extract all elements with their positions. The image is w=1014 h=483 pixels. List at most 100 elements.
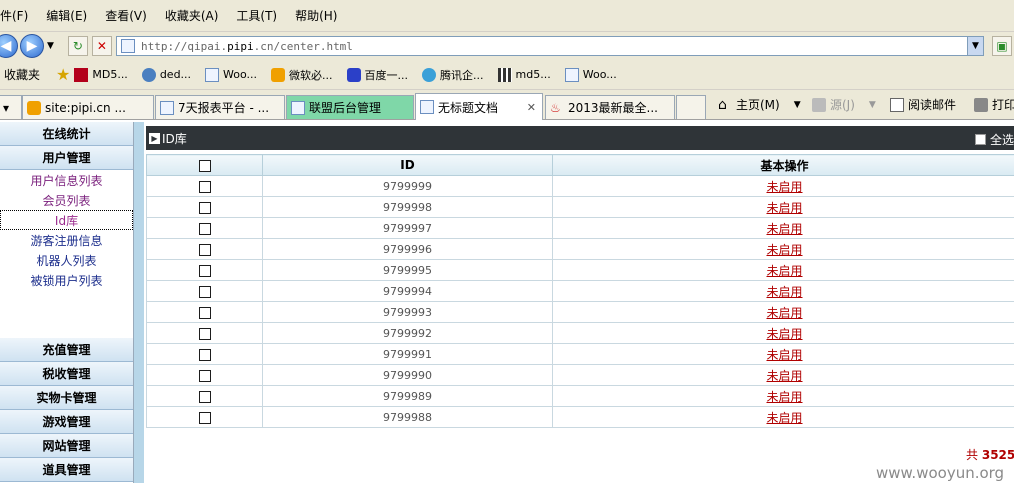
sidebar: 在线统计 用户管理 用户信息列表 会员列表 Id库 游客注册信息 机器人列表 被… — [0, 122, 134, 483]
fav-item[interactable]: 微软必... — [271, 67, 333, 83]
close-tab-icon[interactable]: ✕ — [527, 101, 536, 114]
fav-item[interactable]: Woo... — [564, 67, 617, 82]
table-row: 9799995 未启用 — [146, 259, 1014, 281]
fav-item[interactable]: MD5... — [74, 67, 128, 82]
fav-item[interactable]: Woo... — [205, 67, 257, 82]
row-checkbox[interactable] — [198, 264, 211, 277]
compat-view-icon[interactable]: ▣ — [992, 36, 1012, 56]
row-checkbox[interactable] — [198, 390, 211, 403]
fav-item[interactable]: 百度一... — [346, 67, 408, 83]
sidebar-section-physical-card[interactable]: 实物卡管理 — [0, 386, 133, 410]
page-icon — [121, 39, 135, 53]
address-dropdown-icon[interactable]: ▼ — [967, 37, 983, 55]
favorites-add-icon[interactable]: ★ — [56, 65, 70, 84]
row-action-cell: 未启用 — [552, 343, 1014, 365]
sidebar-item-user-info-list[interactable]: 用户信息列表 — [0, 170, 133, 190]
row-id: 9799991 — [262, 343, 553, 365]
sidebar-item-guest-registration[interactable]: 游客注册信息 — [0, 230, 133, 250]
tab-report-platform[interactable]: 7天报表平台 - ... — [155, 95, 285, 119]
menu-edit[interactable]: 编辑(E) — [46, 7, 87, 24]
menu-help[interactable]: 帮助(H) — [295, 7, 337, 24]
refresh-icon[interactable]: ↻ — [67, 36, 88, 56]
table-row: 9799990 未启用 — [146, 364, 1014, 386]
header-checkbox[interactable] — [198, 159, 211, 172]
row-checkbox-cell — [146, 175, 263, 197]
sidebar-section-recharge[interactable]: 充值管理 — [0, 338, 133, 362]
row-checkbox[interactable] — [198, 243, 211, 256]
print-button[interactable]: 打印 — [974, 96, 1014, 113]
favorites-label[interactable]: 收藏夹 — [4, 66, 40, 83]
sidebar-item-robot-list[interactable]: 机器人列表 — [0, 250, 133, 270]
sidebar-item-member-list[interactable]: 会员列表 — [0, 190, 133, 210]
tab-site-search[interactable]: site:pipi.cn ... — [22, 95, 154, 119]
enable-link[interactable]: 未启用 — [766, 369, 802, 383]
select-all-checkbox[interactable] — [974, 134, 986, 145]
row-checkbox[interactable] — [198, 201, 211, 214]
fav-item[interactable]: 腾讯企... — [422, 67, 484, 83]
row-checkbox-cell — [146, 406, 263, 428]
sidebar-section-website[interactable]: 网站管理 — [0, 434, 133, 458]
tab-2013-latest[interactable]: ♨ 2013最新最全... — [545, 95, 675, 119]
sidebar-section-props[interactable]: 道具管理 — [0, 458, 133, 482]
feeds-button[interactable]: 源(J) ▼ — [812, 96, 876, 113]
tencent-icon — [422, 67, 437, 82]
row-checkbox[interactable] — [198, 369, 211, 382]
table-header-row: ID 基本操作 — [146, 154, 1014, 176]
watermark: www.wooyun.org — [876, 464, 1005, 482]
menu-file[interactable]: 件(F) — [0, 7, 28, 24]
sidebar-section-online-stats[interactable]: 在线统计 — [0, 122, 133, 146]
read-mail-button[interactable]: 阅读邮件 — [890, 96, 956, 113]
forward-icon[interactable]: ▶ — [20, 34, 44, 58]
enable-link[interactable]: 未启用 — [766, 306, 802, 320]
feeds-dropdown-icon[interactable]: ▼ — [869, 100, 876, 110]
enable-link[interactable]: 未启用 — [766, 285, 802, 299]
row-checkbox[interactable] — [198, 222, 211, 235]
table-row: 9799991 未启用 — [146, 343, 1014, 365]
row-id: 9799989 — [262, 385, 553, 407]
back-icon[interactable]: ◀ — [0, 34, 18, 58]
address-bar[interactable]: http://qipai.pipi.cn/center.html ▼ — [116, 36, 984, 56]
ie-page-icon — [291, 100, 305, 115]
enable-link[interactable]: 未启用 — [766, 201, 802, 215]
sidebar-section-game[interactable]: 游戏管理 — [0, 410, 133, 434]
history-dropdown-icon[interactable]: ▼ — [47, 41, 54, 51]
enable-link[interactable]: 未启用 — [766, 327, 802, 341]
row-checkbox-cell — [146, 196, 263, 218]
row-checkbox[interactable] — [198, 285, 211, 298]
stop-icon[interactable]: ✕ — [91, 36, 112, 56]
enable-link[interactable]: 未启用 — [766, 180, 802, 194]
sidebar-section-tax[interactable]: 税收管理 — [0, 362, 133, 386]
row-checkbox[interactable] — [198, 327, 211, 340]
row-checkbox[interactable] — [198, 411, 211, 424]
row-checkbox[interactable] — [198, 306, 211, 319]
tab-alliance-admin[interactable]: 联盟后台管理 — [286, 95, 414, 119]
row-action-cell: 未启用 — [552, 322, 1014, 344]
sidebar-item-locked-users[interactable]: 被锁用户列表 — [0, 270, 133, 290]
enable-link[interactable]: 未启用 — [766, 348, 802, 362]
enable-link[interactable]: 未启用 — [766, 222, 802, 236]
sidebar-section-user-management[interactable]: 用户管理 — [0, 146, 133, 170]
tab-bar: ▾ site:pipi.cn ... 7天报表平台 - ... 联盟后台管理 无… — [0, 90, 1014, 120]
enable-link[interactable]: 未启用 — [766, 264, 802, 278]
menu-favorites[interactable]: 收藏夹(A) — [165, 7, 219, 24]
enable-link[interactable]: 未启用 — [766, 243, 802, 257]
id-table: ID 基本操作 9799999 未启用 9799998 未启用 9799997 未启用 97… — [146, 154, 1014, 428]
select-all[interactable]: 全选 — [974, 131, 1014, 148]
fav-item[interactable]: md5... — [497, 67, 551, 82]
frame-divider[interactable] — [134, 122, 144, 483]
new-tab-button[interactable] — [676, 95, 706, 119]
enable-link[interactable]: 未启用 — [766, 411, 802, 425]
row-checkbox[interactable] — [198, 348, 211, 361]
home-dropdown-icon[interactable]: ▼ — [794, 100, 801, 110]
quick-tabs-icon[interactable]: ▾ — [0, 95, 22, 119]
sidebar-item-id-library[interactable]: Id库 — [0, 210, 133, 230]
home-button[interactable]: ⌂ 主页(M) ▼ — [718, 96, 801, 113]
menu-view[interactable]: 查看(V) — [105, 7, 147, 24]
fav-item[interactable]: ded... — [141, 67, 191, 82]
tab-untitled-document[interactable]: 无标题文档 ✕ — [415, 93, 543, 120]
menu-tools[interactable]: 工具(T) — [236, 7, 277, 24]
row-checkbox[interactable] — [198, 180, 211, 193]
enable-link[interactable]: 未启用 — [766, 390, 802, 404]
table-row: 9799997 未启用 — [146, 217, 1014, 239]
